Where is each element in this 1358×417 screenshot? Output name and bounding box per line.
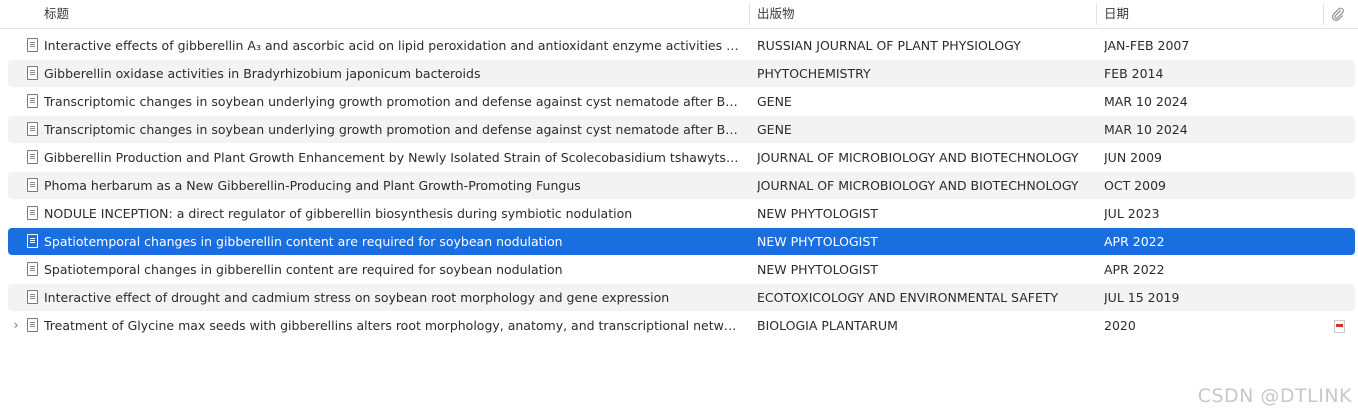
row-title: Transcriptomic changes in soybean underl… — [44, 88, 740, 115]
table-row[interactable]: Transcriptomic changes in soybean underl… — [8, 88, 1355, 115]
title-part: Gibberellin oxidase activities in — [44, 66, 244, 81]
row-publication: JOURNAL OF MICROBIOLOGY AND BIOTECHNOLOG… — [757, 150, 1079, 165]
title-italic-part: Glycine max — [127, 318, 206, 333]
title-italic-part: Bradyrhizobium japonicum — [243, 66, 411, 81]
row-title: Phoma herbarum as a New Gibberellin-Prod… — [44, 172, 740, 199]
row-date: MAR 10 2024 — [1104, 94, 1188, 109]
document-icon — [25, 88, 39, 115]
title-part: Transcriptomic changes in soybean underl… — [44, 94, 717, 109]
row-publication: GENE — [757, 94, 792, 109]
title-part: Transcriptomic changes in soybean underl… — [44, 122, 717, 137]
title-part: Interactive effect of drought and cadmiu… — [44, 290, 670, 305]
paperclip-icon[interactable] — [1327, 0, 1349, 28]
row-title: Gibberellin oxidase activities in Bradyr… — [44, 60, 740, 87]
document-icon — [25, 256, 39, 283]
table-row[interactable]: NODULE INCEPTION: a direct regulator of … — [8, 200, 1355, 227]
row-date: OCT 2009 — [1104, 178, 1166, 193]
row-date: 2020 — [1104, 318, 1136, 333]
row-publication: ECOTOXICOLOGY AND ENVIRONMENTAL SAFETY — [757, 290, 1059, 305]
title-italic-part: Scolecobasidium tshawytschae — [560, 150, 740, 165]
row-title: Interactive effect of drought and cadmiu… — [44, 284, 740, 311]
row-publication: RUSSIAN JOURNAL OF PLANT PHYSIOLOGY — [757, 38, 1021, 53]
row-date: JUN 2009 — [1104, 150, 1162, 165]
table-row[interactable]: Gibberellin Production and Plant Growth … — [8, 144, 1355, 171]
document-icon — [25, 60, 39, 87]
title-part: Gibberellin Production and Plant Growth … — [44, 150, 561, 165]
column-header: 标题 出版物 日期 — [0, 0, 1358, 29]
column-divider[interactable] — [1096, 3, 1097, 25]
row-title: Treatment of Glycine max seeds with gibb… — [44, 312, 740, 339]
watermark: CSDN @DTLINK — [1197, 385, 1352, 407]
document-icon — [25, 116, 39, 143]
row-title: Spatiotemporal changes in gibberellin co… — [44, 256, 740, 283]
title-part: Interactive effects of gibberellin A₃ an… — [44, 38, 740, 53]
row-title: Transcriptomic changes in soybean underl… — [44, 116, 740, 143]
row-publication: NEW PHYTOLOGIST — [757, 262, 878, 277]
row-title: Spatiotemporal changes in gibberellin co… — [44, 228, 740, 255]
column-divider[interactable] — [1323, 3, 1324, 25]
title-part: Spatiotemporal changes in gibberellin co… — [44, 234, 563, 249]
title-part: Spatiotemporal changes in gibberellin co… — [44, 262, 563, 277]
table-row[interactable]: Spatiotemporal changes in gibberellin co… — [8, 228, 1355, 255]
column-header-publication[interactable]: 出版物 — [757, 0, 795, 28]
row-date: JAN-FEB 2007 — [1104, 38, 1190, 53]
table-row[interactable]: Gibberellin oxidase activities in Bradyr… — [8, 60, 1355, 87]
row-date: FEB 2014 — [1104, 66, 1164, 81]
column-header-date[interactable]: 日期 — [1104, 0, 1129, 28]
title-italic-part: Bacillus si… — [716, 122, 740, 137]
document-icon — [25, 144, 39, 171]
column-divider[interactable] — [749, 3, 750, 25]
row-date: APR 2022 — [1104, 262, 1165, 277]
row-date: JUL 2023 — [1104, 206, 1160, 221]
document-icon — [25, 312, 39, 339]
row-title: NODULE INCEPTION: a direct regulator of … — [44, 200, 740, 227]
row-publication: BIOLOGIA PLANTARUM — [757, 318, 898, 333]
chevron-right-icon[interactable]: › — [9, 312, 23, 339]
table-row[interactable]: Interactive effect of drought and cadmiu… — [8, 284, 1355, 311]
title-part: bacteroids — [411, 66, 481, 81]
row-title: Gibberellin Production and Plant Growth … — [44, 144, 740, 171]
items-table: 标题 出版物 日期 Interactive effects of gibbere… — [0, 0, 1358, 417]
document-icon — [25, 32, 39, 59]
row-date: MAR 10 2024 — [1104, 122, 1188, 137]
document-icon — [25, 172, 39, 199]
title-part: seeds with gibberellins alters root morp… — [205, 318, 740, 333]
row-date: JUL 15 2019 — [1104, 290, 1180, 305]
title-part: NODULE INCEPTION: a direct regulator of … — [44, 206, 633, 221]
row-publication: NEW PHYTOLOGIST — [757, 206, 878, 221]
table-row[interactable]: › Treatment of Glycine max seeds with gib… — [8, 312, 1355, 339]
title-part: Treatment of — [44, 318, 128, 333]
table-row[interactable]: Spatiotemporal changes in gibberellin co… — [8, 256, 1355, 283]
document-icon — [25, 200, 39, 227]
title-italic-part: Bacillus si… — [716, 94, 740, 109]
pdf-icon[interactable] — [1330, 312, 1348, 339]
row-date: APR 2022 — [1104, 234, 1165, 249]
row-publication: PHYTOCHEMISTRY — [757, 66, 871, 81]
document-icon — [25, 228, 39, 255]
row-publication: NEW PHYTOLOGIST — [757, 234, 878, 249]
row-publication: GENE — [757, 122, 792, 137]
row-title: Interactive effects of gibberellin A₃ an… — [44, 32, 740, 59]
row-publication: JOURNAL OF MICROBIOLOGY AND BIOTECHNOLOG… — [757, 178, 1079, 193]
title-part: Phoma herbarum as a New Gibberellin-Prod… — [44, 178, 581, 193]
table-row[interactable]: Phoma herbarum as a New Gibberellin-Prod… — [8, 172, 1355, 199]
table-row[interactable]: Transcriptomic changes in soybean underl… — [8, 116, 1355, 143]
table-row[interactable]: Interactive effects of gibberellin A₃ an… — [8, 32, 1355, 59]
column-header-title[interactable]: 标题 — [44, 0, 69, 28]
document-icon — [25, 284, 39, 311]
